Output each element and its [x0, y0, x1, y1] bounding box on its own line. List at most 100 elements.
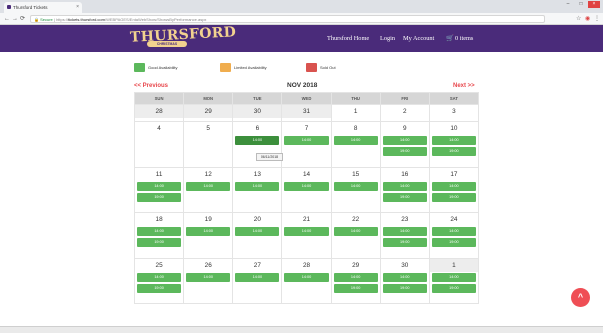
- day-number: 28: [302, 261, 311, 269]
- performance-time-button[interactable]: 19:00: [137, 238, 182, 248]
- performance-time-button[interactable]: 14:00: [333, 272, 378, 282]
- nav-login[interactable]: Login: [380, 35, 395, 43]
- performance-time-button[interactable]: 14:00: [431, 181, 476, 191]
- weekday-header: TUE: [232, 92, 283, 105]
- weekday-header: SAT: [428, 92, 480, 105]
- performance-time-button[interactable]: 14:00: [186, 181, 231, 191]
- performance-time-button[interactable]: 14:00: [382, 227, 427, 237]
- performance-time-button[interactable]: 19:00: [382, 192, 427, 202]
- day-number: 9: [402, 125, 407, 133]
- performance-time-button[interactable]: 19:00: [137, 192, 182, 202]
- calendar-day-cell: 28: [133, 103, 185, 123]
- calendar-day-cell: 10 14:00 19:00: [428, 121, 480, 168]
- performance-time-button[interactable]: 14:00: [284, 272, 329, 282]
- calendar-day-cell: 27 14:00: [232, 257, 283, 304]
- day-number: 13: [253, 170, 261, 178]
- minimize-button[interactable]: –: [562, 1, 574, 8]
- calendar-grid: SUN MON TUE WED THU FRI SAT 28 29 30 31 1 2 3 4 5 6 14:0…: [133, 92, 480, 304]
- day-number: 10: [450, 125, 458, 133]
- performance-time-button[interactable]: 14:00: [137, 181, 182, 191]
- calendar-day-cell: 30 14:00 19:00: [379, 257, 430, 304]
- day-number: 5: [206, 125, 210, 133]
- weekday-header: WED: [281, 92, 332, 105]
- calendar-day-cell: 29 14:00 19:00: [330, 257, 381, 304]
- day-number: 1: [353, 108, 358, 115]
- performance-time-button[interactable]: 19:00: [431, 192, 476, 202]
- performance-time-button[interactable]: 19:00: [431, 238, 476, 248]
- close-window-button[interactable]: ×: [588, 1, 600, 8]
- performance-time-button[interactable]: 19:00: [431, 147, 476, 157]
- day-number: 4: [157, 125, 161, 133]
- day-number: 26: [204, 261, 212, 269]
- browser-tab[interactable]: Thursford Tickets ×: [4, 2, 82, 13]
- performance-time-button[interactable]: 19:00: [137, 283, 182, 293]
- forward-icon[interactable]: →: [12, 15, 18, 23]
- nav-thursford-home[interactable]: Thursford Home: [327, 35, 369, 43]
- maximize-button[interactable]: □: [575, 1, 587, 8]
- calendar-week-row: 25 14:00 19:00 26 14:00 27 14:00 28 14:00 29 14:00…: [133, 257, 480, 304]
- calendar-day-cell: 28 14:00: [281, 257, 332, 304]
- scroll-to-top-button[interactable]: ^: [571, 288, 590, 307]
- basket-icon[interactable]: 🛒: [446, 35, 454, 43]
- performance-time-button[interactable]: 14:00: [431, 136, 476, 146]
- url-path: /WEBPAGES/EntaWebShow/ShowsByPerformance…: [104, 17, 207, 22]
- secure-label: Secure: [40, 17, 53, 22]
- performance-time-button[interactable]: 19:00: [382, 147, 427, 157]
- performance-time-button[interactable]: 14:00: [333, 181, 378, 191]
- performance-time-button[interactable]: 14:00: [382, 181, 427, 191]
- calendar-day-cell: 21 14:00: [281, 212, 332, 259]
- calendar-day-cell: 18 14:00 19:00: [133, 212, 185, 259]
- day-number: 15: [352, 170, 360, 178]
- month-title: NOV 2018: [287, 82, 318, 89]
- day-number: 25: [155, 261, 163, 269]
- performance-time-button[interactable]: 19:00: [431, 283, 476, 293]
- basket-count[interactable]: 0 items: [455, 35, 473, 43]
- next-month-link[interactable]: Next >>: [453, 82, 475, 90]
- extension-icon[interactable]: ◉: [585, 15, 590, 23]
- previous-month-link[interactable]: << Previous: [134, 82, 168, 90]
- calendar-day-cell: 1 14:00 19:00: [428, 257, 480, 304]
- legend-soldout-label: Sold Out: [320, 65, 336, 70]
- calendar-day-cell: 19 14:00: [183, 212, 234, 259]
- performance-time-button[interactable]: 14:00: [333, 227, 378, 237]
- performance-time-button[interactable]: 14:00: [333, 136, 378, 146]
- performance-time-button[interactable]: 14:00: [431, 227, 476, 237]
- performance-time-button[interactable]: 14:00: [284, 136, 329, 146]
- day-number: 30: [401, 261, 409, 269]
- performance-time-button[interactable]: 14:00: [137, 272, 182, 282]
- performance-time-button[interactable]: 19:00: [333, 283, 378, 293]
- performance-time-button[interactable]: 14:00: [137, 227, 182, 237]
- reload-icon[interactable]: ⟳: [20, 15, 25, 23]
- performance-time-button[interactable]: 14:00: [382, 136, 427, 146]
- performance-time-button[interactable]: 14:00: [235, 272, 280, 282]
- performance-time-button[interactable]: 14:00: [284, 181, 329, 191]
- calendar-day-cell: 3: [428, 103, 480, 123]
- weekday-header-row: SUN MON TUE WED THU FRI SAT: [133, 92, 480, 105]
- calendar-day-cell: 29: [183, 103, 234, 123]
- calendar-day-cell: 15 14:00: [330, 166, 381, 214]
- performance-time-button[interactable]: 14:00: [431, 272, 476, 282]
- legend-limited-label: Limited Availability: [234, 65, 267, 70]
- calendar-week-row: 28 29 30 31 1 2 3: [133, 103, 480, 123]
- calendar-day-cell: 16 14:00 19:00: [379, 166, 430, 214]
- day-number: 29: [184, 105, 233, 118]
- nav-my-account[interactable]: My Account: [403, 35, 434, 43]
- performance-time-button[interactable]: 14:00: [284, 227, 329, 237]
- calendar-day-cell: 13 14:00: [232, 166, 283, 214]
- performance-time-button[interactable]: 14:00: [235, 181, 280, 191]
- performance-time-button[interactable]: 14:00: [235, 227, 280, 237]
- performance-time-button[interactable]: 14:00: [382, 272, 427, 282]
- performance-time-button[interactable]: 14:00: [235, 136, 280, 146]
- star-icon[interactable]: ☆: [576, 15, 581, 23]
- tab-close-icon[interactable]: ×: [76, 2, 79, 13]
- menu-icon[interactable]: ⋮: [594, 15, 600, 23]
- performance-time-button[interactable]: 19:00: [382, 238, 427, 248]
- day-number: 6: [255, 125, 260, 133]
- performance-time-button[interactable]: 14:00: [186, 227, 231, 237]
- performance-time-button[interactable]: 19:00: [382, 283, 427, 293]
- url-input[interactable]: 🔒 Secure | https://tickets.thursford.com…: [30, 15, 545, 23]
- back-icon[interactable]: ←: [4, 15, 10, 23]
- calendar-day-cell: 25 14:00 19:00: [133, 257, 185, 304]
- calendar-day-cell: 4: [133, 121, 185, 168]
- performance-time-button[interactable]: 14:00: [186, 272, 231, 282]
